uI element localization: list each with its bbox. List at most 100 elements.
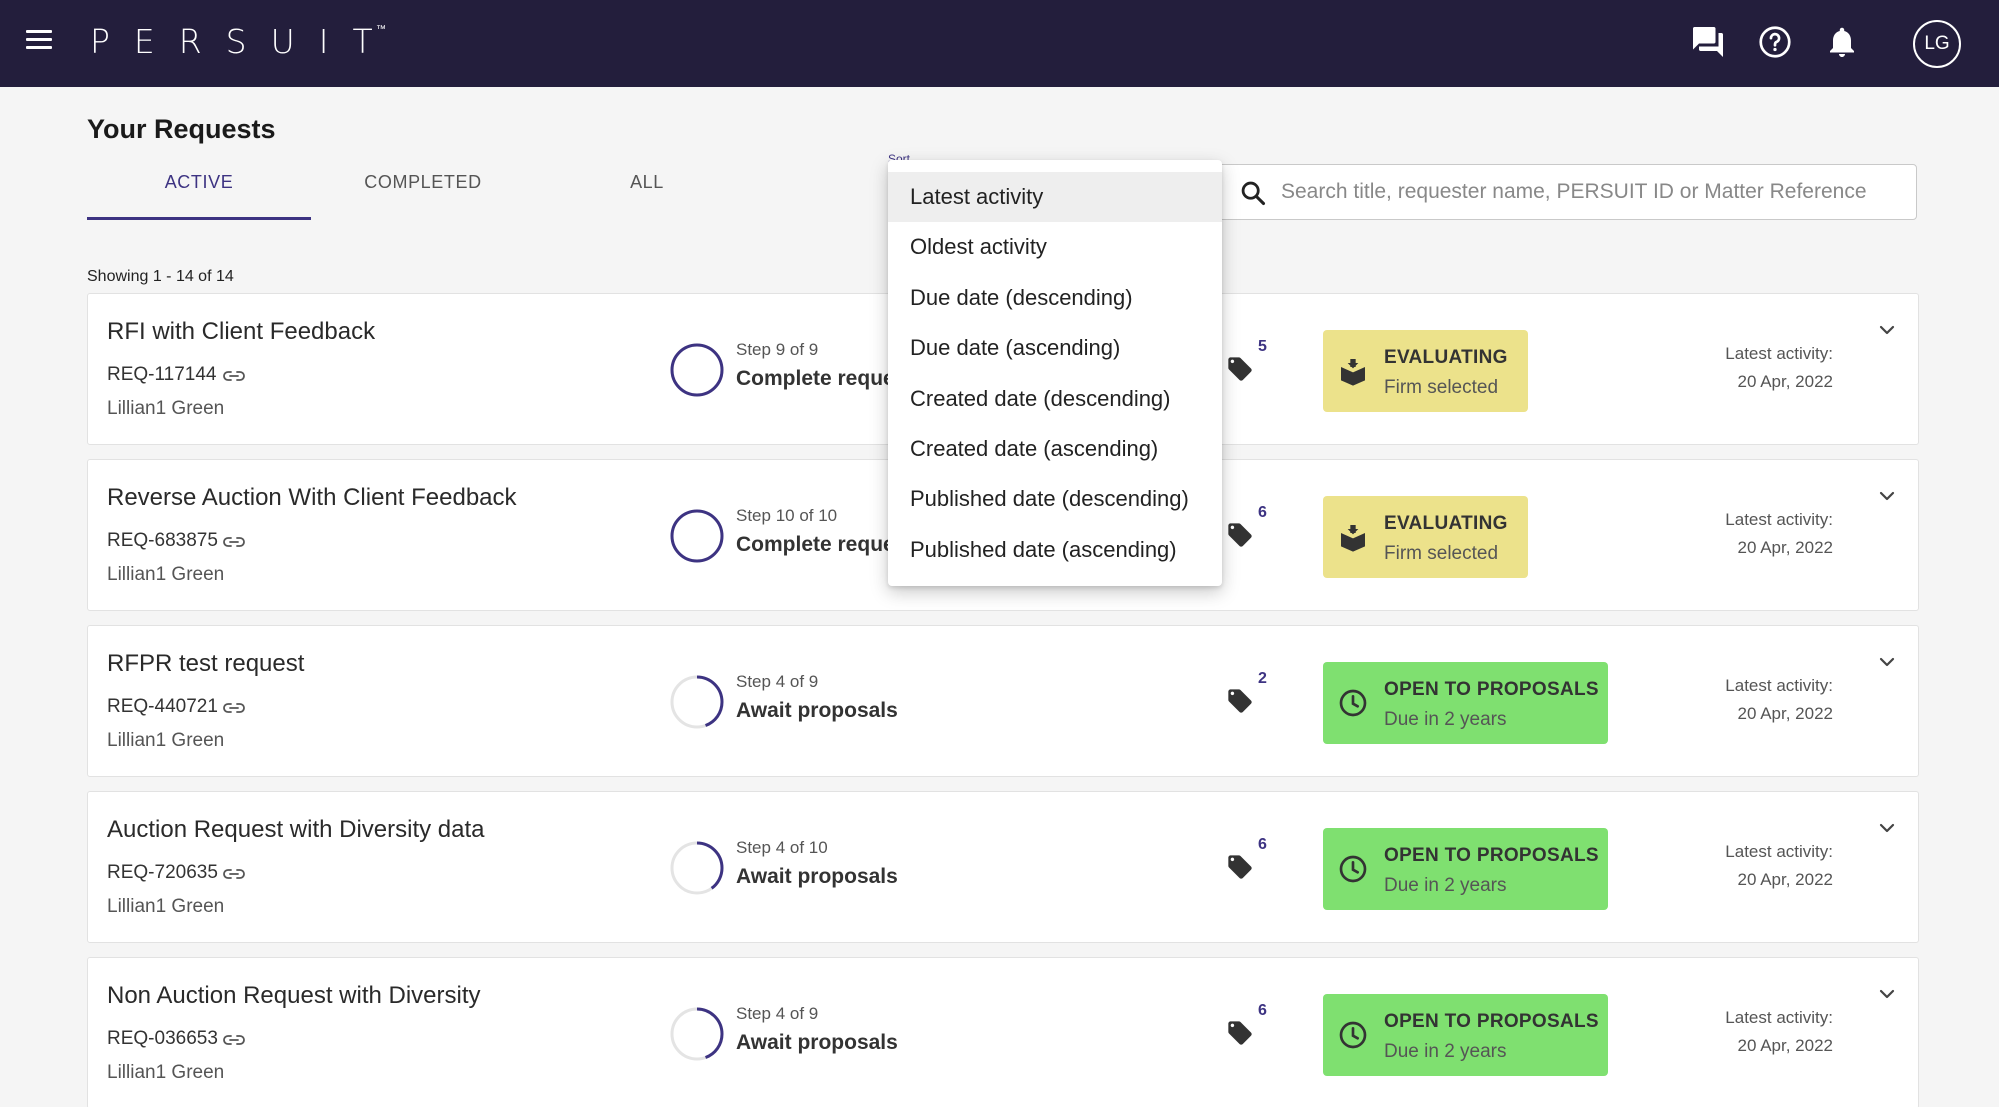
chat-icon[interactable]	[1690, 24, 1726, 60]
status-subtitle: Due in 2 years	[1384, 875, 1507, 896]
request-card[interactable]: Auction Request with Diversity data REQ-7…	[87, 791, 1919, 943]
latest-activity-date: 20 Apr, 2022	[1737, 870, 1833, 889]
sort-option[interactable]: Due date (ascending)	[888, 323, 1222, 373]
search-icon	[1241, 181, 1266, 206]
step-progress-ring	[670, 841, 724, 895]
chevron-down-icon[interactable]	[1875, 816, 1899, 840]
search-input[interactable]	[1281, 165, 1901, 219]
sort-option[interactable]: Created date (descending)	[888, 374, 1222, 424]
tag-count: 6	[1258, 504, 1267, 521]
chevron-down-icon[interactable]	[1875, 318, 1899, 342]
request-id: REQ-440721	[107, 696, 218, 717]
request-card[interactable]: Non Auction Request with Diversity REQ-03…	[87, 957, 1919, 1107]
request-owner: Lillian1 Green	[107, 896, 225, 917]
latest-activity-date: 20 Apr, 2022	[1737, 538, 1833, 557]
status-badge: OPEN TO PROPOSALS Due in 2 years	[1323, 828, 1608, 910]
help-icon[interactable]	[1757, 24, 1793, 60]
status-title: EVALUATING	[1384, 513, 1508, 534]
latest-activity-date: 20 Apr, 2022	[1737, 704, 1833, 723]
tab-label: COMPLETED	[364, 172, 482, 192]
current-task: Complete request	[736, 367, 914, 390]
step-progress-ring	[670, 675, 724, 729]
tag-icon[interactable]	[1226, 355, 1254, 383]
request-owner: Lillian1 Green	[107, 398, 225, 419]
tab-completed[interactable]: COMPLETED	[311, 172, 535, 220]
tag-count: 6	[1258, 836, 1267, 853]
request-title[interactable]: Non Auction Request with Diversity	[107, 982, 481, 1010]
status-subtitle: Due in 2 years	[1384, 709, 1507, 730]
link-icon[interactable]	[222, 867, 246, 881]
clock-icon	[1339, 689, 1367, 717]
chevron-down-icon[interactable]	[1875, 650, 1899, 674]
tab-all[interactable]: ALL	[535, 172, 759, 220]
status-title: OPEN TO PROPOSALS	[1384, 679, 1599, 700]
latest-activity-label: Latest activity:	[1725, 344, 1833, 363]
step-counter: Step 9 of 9	[736, 340, 819, 359]
status-title: OPEN TO PROPOSALS	[1384, 845, 1599, 866]
status-title: OPEN TO PROPOSALS	[1384, 1011, 1599, 1032]
latest-activity-label: Latest activity:	[1725, 676, 1833, 695]
link-icon[interactable]	[222, 535, 246, 549]
step-counter: Step 4 of 9	[736, 672, 819, 691]
step-progress-ring	[670, 343, 724, 397]
tab-label: ALL	[630, 172, 664, 192]
status-title: EVALUATING	[1384, 347, 1508, 368]
sort-option[interactable]: Published date (descending)	[888, 474, 1222, 524]
menu-icon[interactable]	[26, 30, 52, 52]
tag-icon[interactable]	[1226, 1019, 1254, 1047]
request-title[interactable]: Auction Request with Diversity data	[107, 816, 485, 844]
request-title[interactable]: RFI with Client Feedback	[107, 318, 375, 346]
request-title[interactable]: RFPR test request	[107, 650, 304, 678]
latest-activity-label: Latest activity:	[1725, 1008, 1833, 1027]
step-counter: Step 4 of 9	[736, 1004, 819, 1023]
status-badge: OPEN TO PROPOSALS Due in 2 years	[1323, 662, 1608, 744]
book-icon	[1341, 359, 1365, 386]
link-icon[interactable]	[222, 701, 246, 715]
status-subtitle: Firm selected	[1384, 377, 1499, 398]
step-counter: Step 4 of 10	[736, 838, 828, 857]
status-subtitle: Firm selected	[1384, 543, 1499, 564]
status-subtitle: Due in 2 years	[1384, 1041, 1507, 1062]
status-badge: EVALUATING Firm selected	[1323, 330, 1528, 412]
link-icon[interactable]	[222, 369, 246, 383]
step-progress-ring	[670, 1007, 724, 1061]
chevron-down-icon[interactable]	[1875, 484, 1899, 508]
sort-option[interactable]: Oldest activity	[888, 222, 1222, 272]
tag-icon[interactable]	[1226, 687, 1254, 715]
results-count: Showing 1 - 14 of 14	[87, 268, 234, 285]
sort-option[interactable]: Created date (ascending)	[888, 424, 1222, 474]
user-avatar[interactable]: LG	[1913, 20, 1961, 68]
sort-option[interactable]: Due date (descending)	[888, 273, 1222, 323]
clock-icon	[1339, 855, 1367, 883]
request-id: REQ-720635	[107, 862, 218, 883]
request-card[interactable]: RFPR test request REQ-440721 Lillian1 Gree…	[87, 625, 1919, 777]
step-counter: Step 10 of 10	[736, 506, 838, 525]
sort-option[interactable]: Latest activity	[888, 172, 1222, 223]
sort-dropdown-menu: Latest activity Oldest activity Due date (…	[888, 160, 1222, 586]
request-title[interactable]: Reverse Auction With Client Feedback	[107, 484, 517, 512]
request-owner: Lillian1 Green	[107, 1062, 225, 1083]
request-id: REQ-036653	[107, 1028, 218, 1049]
request-owner: Lillian1 Green	[107, 730, 225, 751]
tag-count: 2	[1258, 670, 1267, 687]
top-bar: PERSUIT ™ LG	[0, 0, 1999, 87]
request-id: REQ-117144	[107, 364, 217, 385]
tab-active[interactable]: ACTIVE	[87, 172, 311, 220]
bell-icon[interactable]	[1824, 24, 1860, 60]
tag-icon[interactable]	[1226, 521, 1254, 549]
current-task: Await proposals	[736, 699, 898, 722]
status-badge: OPEN TO PROPOSALS Due in 2 years	[1323, 994, 1608, 1076]
latest-activity-label: Latest activity:	[1725, 842, 1833, 861]
logo-trademark: ™	[376, 24, 386, 35]
link-icon[interactable]	[222, 1033, 246, 1047]
status-badge: EVALUATING Firm selected	[1323, 496, 1528, 578]
request-id: REQ-683875	[107, 530, 218, 551]
chevron-down-icon[interactable]	[1875, 982, 1899, 1006]
tag-count: 6	[1258, 1002, 1267, 1019]
tag-icon[interactable]	[1226, 853, 1254, 881]
persuit-logo[interactable]: PERSUIT	[90, 20, 397, 64]
search-box[interactable]	[1218, 164, 1917, 220]
clock-icon	[1339, 1021, 1367, 1049]
sort-option[interactable]: Published date (ascending)	[888, 525, 1222, 575]
tab-label: ACTIVE	[164, 172, 234, 192]
